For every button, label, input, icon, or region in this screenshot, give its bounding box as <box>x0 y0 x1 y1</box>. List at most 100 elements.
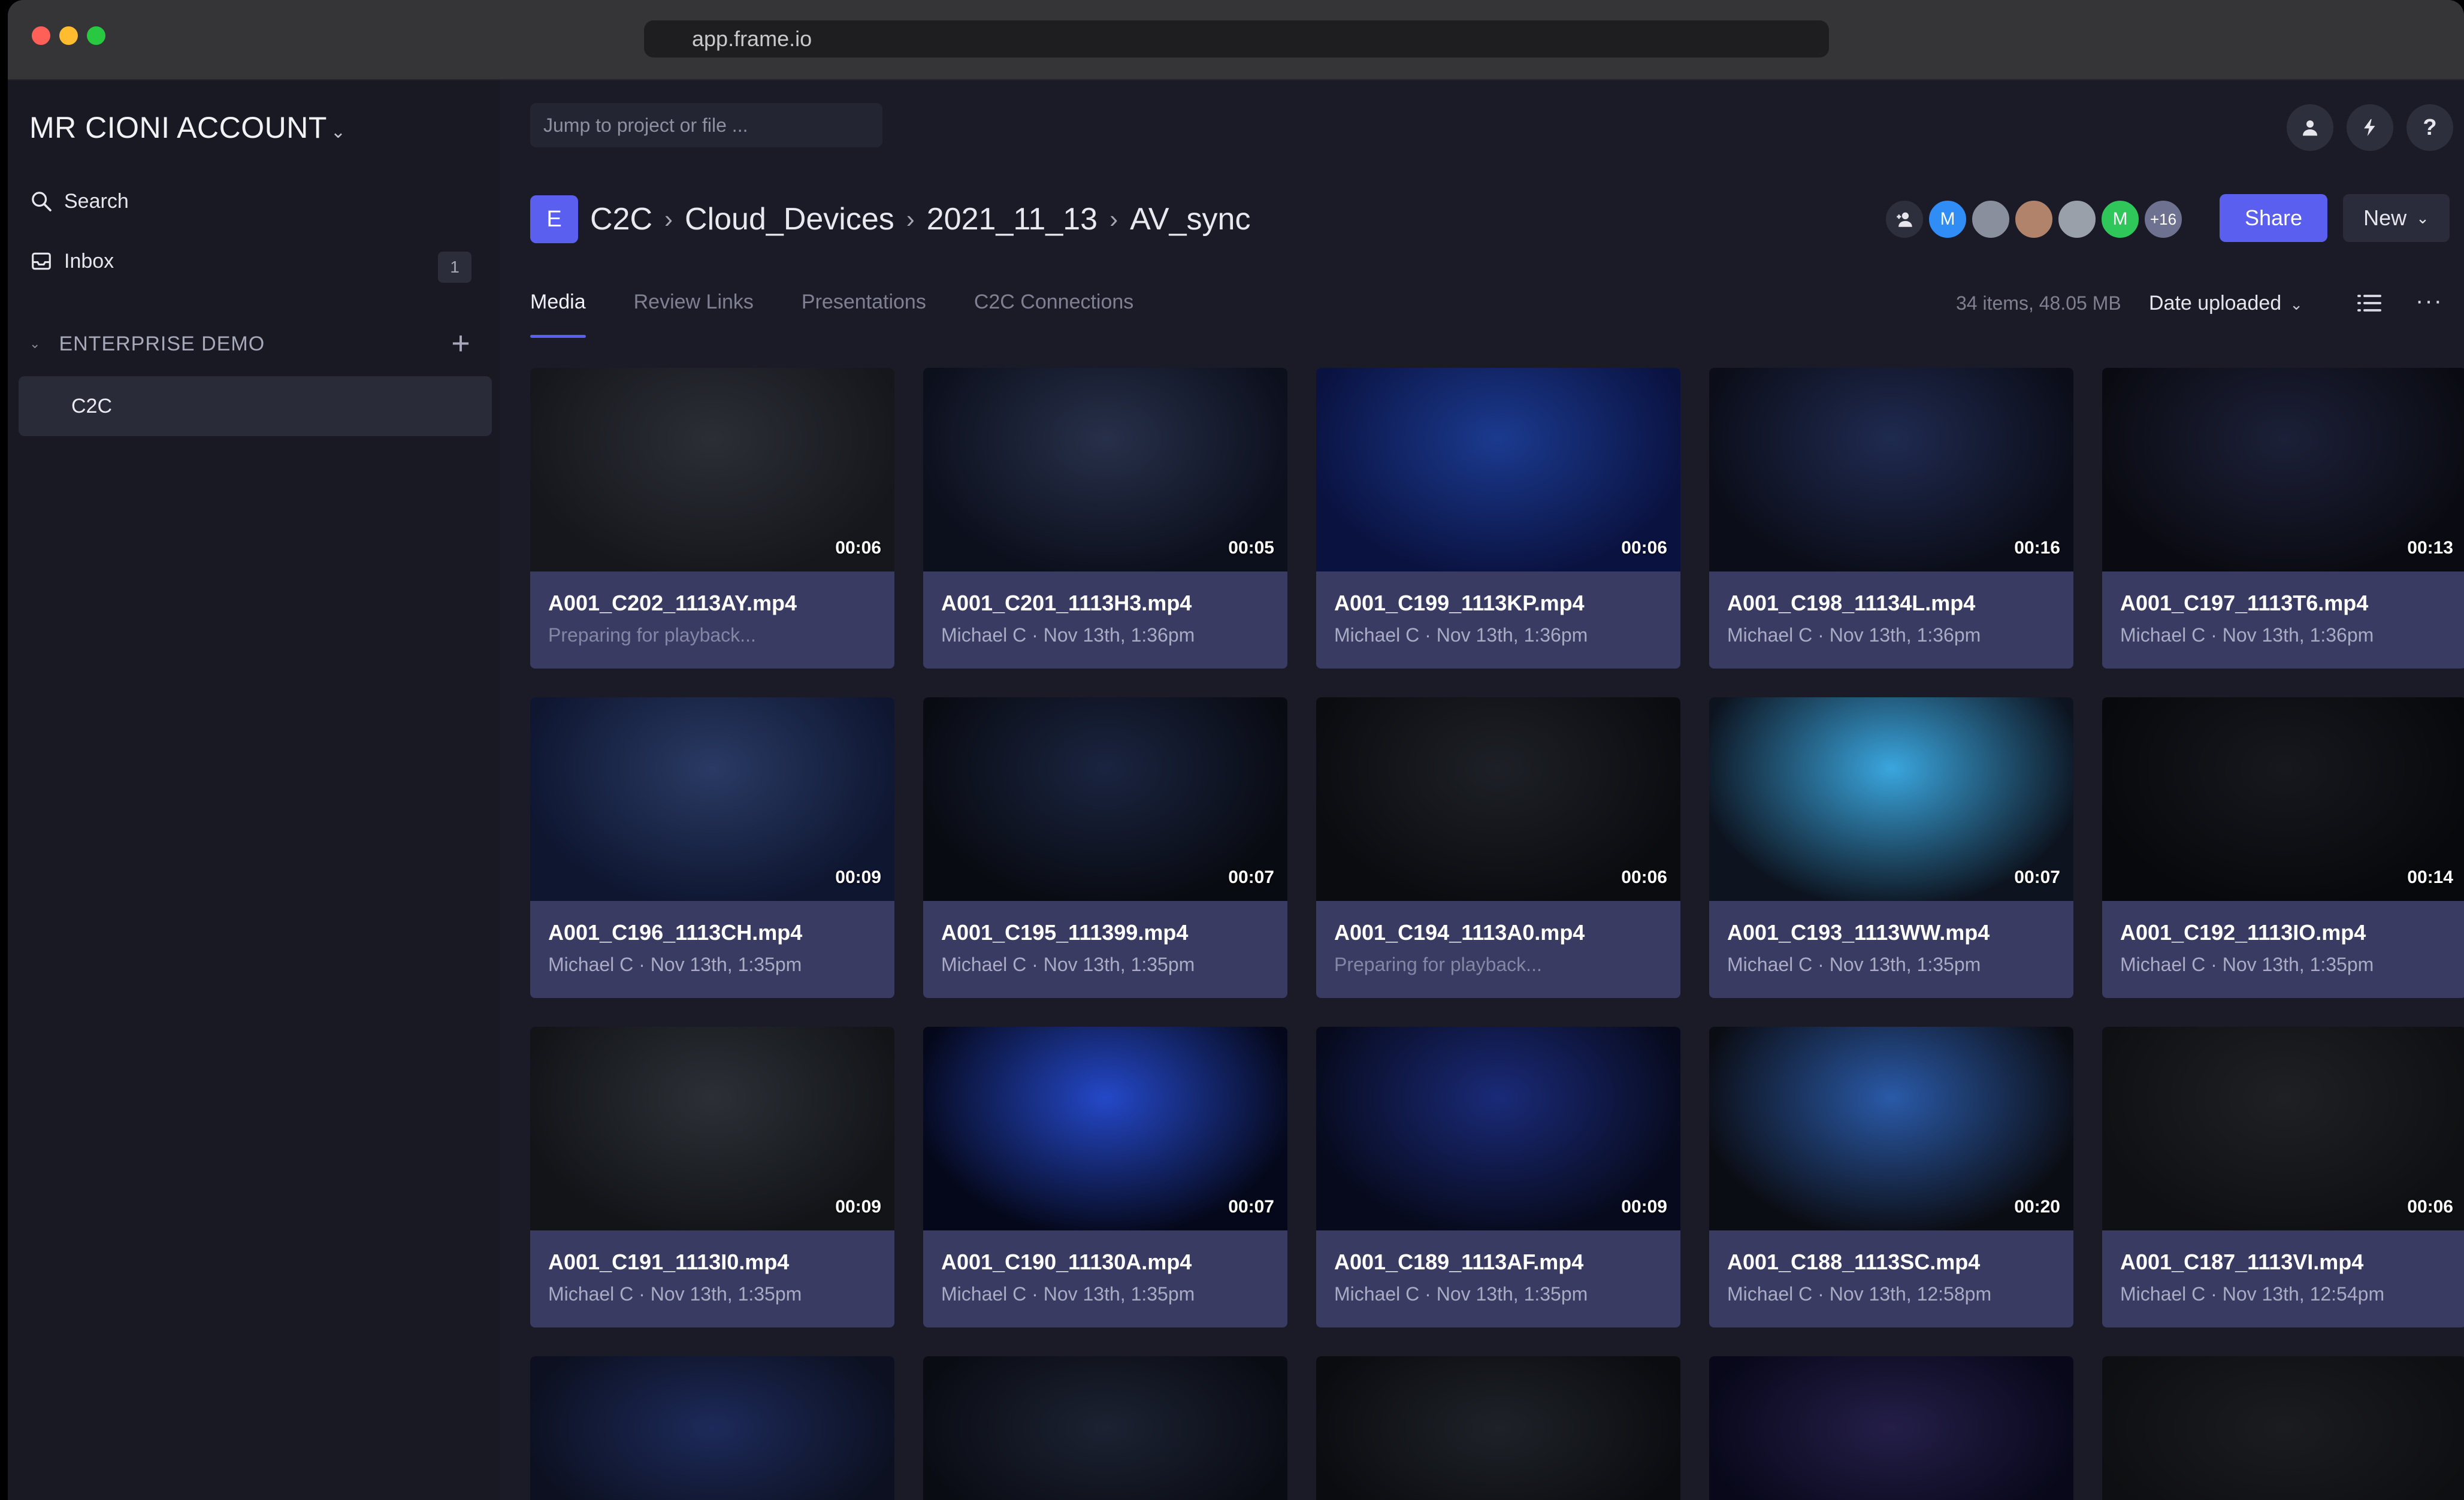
asset-card[interactable]: 00:16 A001_C198_11134L.mp4 Michael C · Nov… <box>1709 368 2073 669</box>
minimize-window-button[interactable] <box>59 26 78 45</box>
asset-name[interactable]: A001_C195_111399.mp4 <box>941 920 1275 945</box>
asset-card[interactable] <box>530 1356 894 1500</box>
asset-card[interactable]: 00:07 A001_C190_11130A.mp4 Michael C · Nov… <box>923 1027 1287 1327</box>
sidebar-project-c2c[interactable]: C2C <box>19 376 492 436</box>
collaborator-avatar[interactable]: M <box>2100 199 2140 240</box>
jump-to-search-input[interactable]: Jump to project or file ... <box>530 103 882 147</box>
help-button[interactable]: ? <box>2406 104 2453 151</box>
asset-card[interactable]: 00:06 A001_C187_1113VI.mp4 Michael C · Nov… <box>2102 1027 2464 1327</box>
asset-thumbnail[interactable]: 00:14 <box>2102 697 2464 901</box>
more-options-icon[interactable]: ··· <box>2411 289 2447 317</box>
asset-thumbnail[interactable] <box>1316 1356 1680 1500</box>
close-window-button[interactable] <box>32 26 50 45</box>
asset-card[interactable]: 00:13 A001_C197_1113T6.mp4 Michael C · Nov… <box>2102 368 2464 669</box>
notifications-button[interactable] <box>2347 104 2393 151</box>
asset-name[interactable]: A001_C193_1113WW.mp4 <box>1727 920 2061 945</box>
item-count: 34 items, 48.05 MB <box>1956 292 2121 314</box>
asset-thumbnail[interactable]: 00:13 <box>2102 368 2464 571</box>
address-bar[interactable]: app.frame.io <box>644 20 1829 58</box>
asset-card[interactable]: 00:06 A001_C202_1113AY.mp4 Preparing for p… <box>530 368 894 669</box>
list-view-icon[interactable] <box>2355 289 2384 317</box>
asset-thumbnail[interactable]: 00:07 <box>923 697 1287 901</box>
maximize-window-button[interactable] <box>87 26 105 45</box>
asset-card[interactable]: 00:06 A001_C194_1113A0.mp4 Preparing for p… <box>1316 697 1680 998</box>
asset-thumbnail[interactable]: 00:06 <box>1316 368 1680 571</box>
breadcrumb: C2C › Cloud_Devices › 2021_11_13 › AV_sy… <box>590 196 1250 242</box>
asset-thumbnail[interactable]: 00:06 <box>1316 697 1680 901</box>
share-button[interactable]: Share <box>2220 194 2327 242</box>
collaborator-avatar[interactable]: M <box>1927 199 1968 240</box>
asset-card[interactable]: 00:09 A001_C191_1113I0.mp4 Michael C · Nov… <box>530 1027 894 1327</box>
asset-name[interactable]: A001_C189_1113AF.mp4 <box>1334 1250 1668 1275</box>
team-header[interactable]: ⌄ ENTERPRISE DEMO <box>29 326 265 362</box>
asset-thumbnail[interactable]: 00:07 <box>923 1027 1287 1230</box>
asset-name[interactable]: A001_C197_1113T6.mp4 <box>2120 591 2454 616</box>
asset-name[interactable]: A001_C198_11134L.mp4 <box>1727 591 2061 616</box>
asset-name[interactable]: A001_C196_1113CH.mp4 <box>548 920 882 945</box>
sidebar-search[interactable]: Search <box>29 183 129 219</box>
add-collaborator-button[interactable] <box>1884 199 1925 240</box>
asset-uploader-date: Michael C · Nov 13th, 1:35pm <box>941 954 1195 975</box>
asset-thumbnail[interactable] <box>530 1356 894 1500</box>
asset-name[interactable]: A001_C202_1113AY.mp4 <box>548 591 882 616</box>
asset-card[interactable]: 00:09 A001_C196_1113CH.mp4 Michael C · Nov… <box>530 697 894 998</box>
add-project-button[interactable]: + <box>445 327 476 359</box>
breadcrumb-item[interactable]: C2C <box>590 201 652 237</box>
asset-meta: A001_C199_1113KP.mp4 Michael C · Nov 13th… <box>1334 591 1668 646</box>
asset-name[interactable]: A001_C199_1113KP.mp4 <box>1334 591 1668 616</box>
breadcrumb-item[interactable]: Cloud_Devices <box>685 201 894 237</box>
asset-duration: 00:07 <box>1228 1197 1274 1217</box>
asset-thumbnail[interactable] <box>923 1356 1287 1500</box>
sidebar-inbox[interactable]: Inbox <box>29 243 114 279</box>
asset-thumbnail[interactable] <box>2102 1356 2464 1500</box>
asset-card[interactable]: 00:07 A001_C193_1113WW.mp4 Michael C · Nov… <box>1709 697 2073 998</box>
asset-thumbnail[interactable]: 00:06 <box>2102 1027 2464 1230</box>
asset-thumbnail[interactable]: 00:09 <box>530 1027 894 1230</box>
asset-card[interactable]: 00:14 A001_C192_1113IO.mp4 Michael C · Nov… <box>2102 697 2464 998</box>
asset-card[interactable]: 00:07 A001_C195_111399.mp4 Michael C · Nov… <box>923 697 1287 998</box>
account-button[interactable] <box>2287 104 2333 151</box>
more-collaborators[interactable]: +16 <box>2143 199 2184 240</box>
account-switcher[interactable]: MR CIONI ACCOUNT ⌄ <box>29 110 346 145</box>
breadcrumb-item[interactable]: 2021_11_13 <box>927 201 1098 237</box>
asset-thumbnail[interactable]: 00:09 <box>1316 1027 1680 1230</box>
asset-meta: A001_C188_1113SC.mp4 Michael C · Nov 13th… <box>1727 1250 2061 1305</box>
asset-thumbnail[interactable]: 00:20 <box>1709 1027 2073 1230</box>
asset-card[interactable] <box>1709 1356 2073 1500</box>
asset-name[interactable]: A001_C191_1113I0.mp4 <box>548 1250 882 1275</box>
asset-card[interactable]: 00:09 A001_C189_1113AF.mp4 Michael C · Nov… <box>1316 1027 1680 1327</box>
chevron-right-icon: › <box>906 205 915 233</box>
asset-name[interactable]: A001_C188_1113SC.mp4 <box>1727 1250 2061 1275</box>
asset-card[interactable] <box>923 1356 1287 1500</box>
asset-card[interactable]: 00:20 A001_C188_1113SC.mp4 Michael C · Nov… <box>1709 1027 2073 1327</box>
project-avatar: E <box>530 195 578 243</box>
asset-name[interactable]: A001_C187_1113VI.mp4 <box>2120 1250 2454 1275</box>
collaborator-avatar[interactable] <box>2057 199 2097 240</box>
asset-name[interactable]: A001_C192_1113IO.mp4 <box>2120 920 2454 945</box>
account-name: MR CIONI ACCOUNT <box>29 111 327 144</box>
asset-thumbnail[interactable]: 00:09 <box>530 697 894 901</box>
tab-media[interactable]: Media <box>530 284 586 338</box>
new-button[interactable]: New ⌄ <box>2343 194 2450 242</box>
collaborator-avatar[interactable] <box>1970 199 2011 240</box>
tab-c2c-connections[interactable]: C2C Connections <box>974 284 1133 320</box>
collaborator-avatar[interactable] <box>2013 199 2054 240</box>
asset-thumbnail[interactable] <box>1709 1356 2073 1500</box>
asset-uploader-date: Michael C · Nov 13th, 1:36pm <box>1727 624 1981 646</box>
collaborators[interactable]: M M +16 <box>1884 195 2186 243</box>
asset-thumbnail[interactable]: 00:05 <box>923 368 1287 571</box>
asset-name[interactable]: A001_C190_11130A.mp4 <box>941 1250 1275 1275</box>
asset-card[interactable] <box>2102 1356 2464 1500</box>
asset-thumbnail[interactable]: 00:16 <box>1709 368 2073 571</box>
sort-dropdown[interactable]: Date uploaded ⌄ <box>2149 286 2303 321</box>
asset-card[interactable] <box>1316 1356 1680 1500</box>
asset-card[interactable]: 00:06 A001_C199_1113KP.mp4 Michael C · Nov… <box>1316 368 1680 669</box>
asset-card[interactable]: 00:05 A001_C201_1113H3.mp4 Michael C · Nov… <box>923 368 1287 669</box>
asset-name[interactable]: A001_C201_1113H3.mp4 <box>941 591 1275 616</box>
asset-thumbnail[interactable]: 00:07 <box>1709 697 2073 901</box>
asset-thumbnail[interactable]: 00:06 <box>530 368 894 571</box>
asset-name[interactable]: A001_C194_1113A0.mp4 <box>1334 920 1668 945</box>
inbox-icon <box>29 249 53 273</box>
tab-review-links[interactable]: Review Links <box>634 284 754 320</box>
tab-presentations[interactable]: Presentations <box>802 284 926 320</box>
